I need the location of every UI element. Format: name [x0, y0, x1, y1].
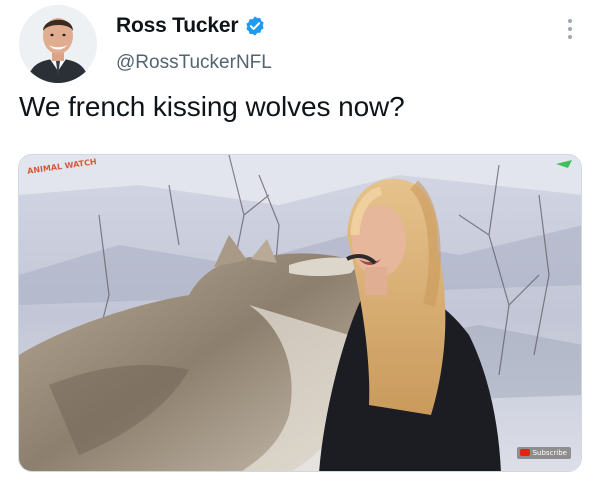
- avatar[interactable]: [19, 5, 97, 83]
- author-name-row: Ross Tucker: [116, 14, 266, 38]
- verified-badge-icon: [246, 16, 264, 36]
- subscribe-label: Subscribe: [532, 449, 567, 457]
- tweet-text: We french kissing wolves now?: [19, 91, 405, 122]
- avatar-image: [19, 5, 97, 83]
- display-name[interactable]: Ross Tucker: [116, 14, 238, 38]
- media-image: [19, 155, 581, 471]
- subscribe-button[interactable]: Subscribe: [516, 447, 571, 459]
- author-handle[interactable]: @RossTuckerNFL: [116, 52, 272, 74]
- youtube-icon: [519, 449, 530, 456]
- tweet-media[interactable]: ANIMAL WATCH Subscribe: [18, 154, 582, 472]
- youtube-icon: [556, 160, 572, 168]
- more-options-icon[interactable]: [562, 16, 578, 42]
